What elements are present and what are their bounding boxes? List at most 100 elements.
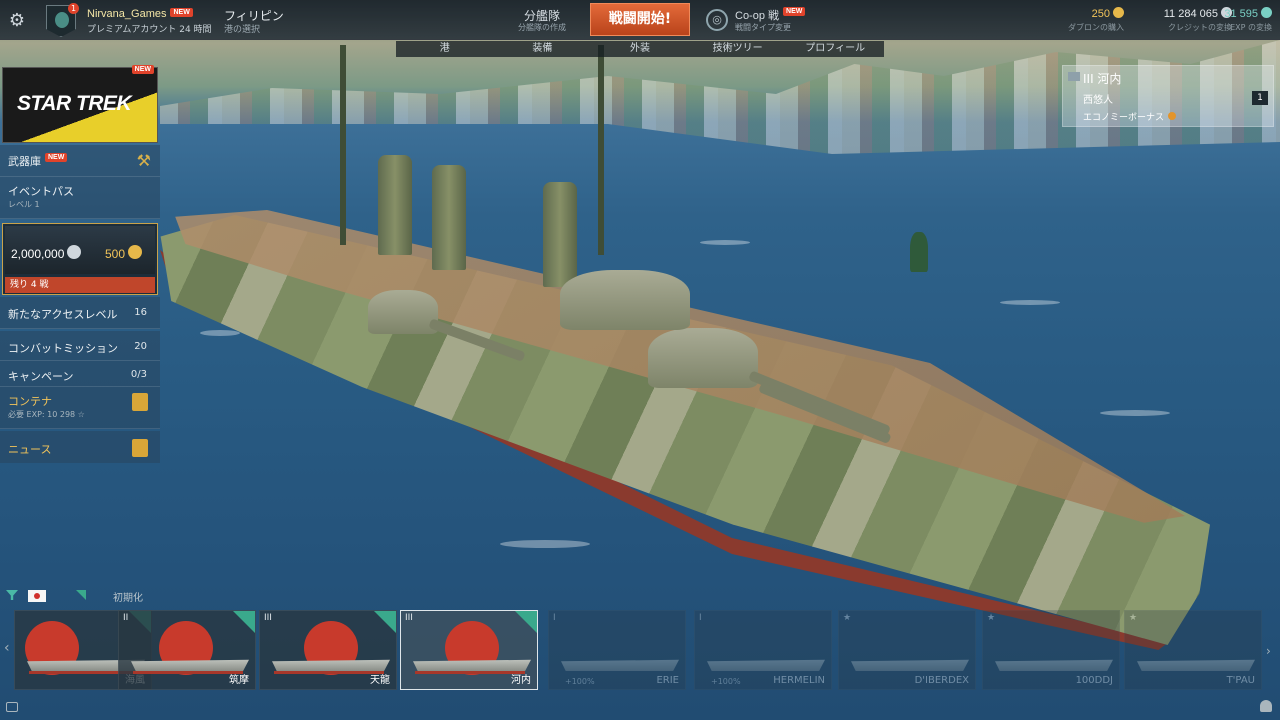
notification-bell-icon[interactable] <box>1260 700 1272 712</box>
economy-bonus[interactable]: エコノミーボーナス <box>1083 110 1177 123</box>
carousel-left-arrow[interactable]: ‹ <box>4 640 10 656</box>
ship-card-selected[interactable]: III 河内 <box>400 610 538 690</box>
wave <box>1000 300 1060 305</box>
ship-silhouette <box>1137 659 1255 671</box>
ship-name: III 河内 <box>1083 72 1122 86</box>
card-ship-name: 河内 <box>511 675 531 686</box>
premium-status: プレミアムアカウント 24 時間 <box>87 25 212 35</box>
campaign-row[interactable]: キャンペーン 0/3 <box>0 361 160 387</box>
economy-bonus-label: エコノミーボーナス <box>1083 113 1165 123</box>
player-name-text: Nirvana_Games <box>87 8 167 20</box>
free-exp[interactable]: 31 595 <box>1206 7 1272 20</box>
ship-card[interactable]: I +100% ERIE <box>548 610 686 690</box>
doubloon-icon <box>128 245 143 259</box>
battle-type-sub: 戦闘タイプ変更 <box>735 23 791 32</box>
bonus-warning-icon <box>1168 112 1177 120</box>
commander-name[interactable]: 西悠人 <box>1083 91 1113 106</box>
armory-row[interactable]: 武器庫 NEW ⚒ <box>0 145 160 177</box>
card-tier: ★ <box>1129 613 1138 623</box>
event-pass-label: イベントパス <box>8 185 74 198</box>
crossed-hammers-icon: ⚒ <box>136 151 151 170</box>
port-region-sub: 港の選択 <box>224 25 261 35</box>
ship-keel <box>133 671 243 674</box>
buoy <box>910 232 928 272</box>
chat-icon[interactable] <box>6 702 18 712</box>
ship-card[interactable]: ★ D'IBERDEX <box>838 610 976 690</box>
combat-missions-label: コンバットミッション <box>8 342 118 355</box>
ship-funnel <box>543 182 577 287</box>
ship-silhouette <box>707 659 825 671</box>
card-ship-name: 筑摩 <box>229 675 249 686</box>
filter-tag-icon <box>76 590 86 600</box>
filter-icon[interactable] <box>6 590 18 600</box>
ship-card[interactable]: ★ 100DDJ <box>982 610 1120 690</box>
card-tier: I <box>553 613 556 623</box>
ship-mast <box>340 45 346 245</box>
doubloons[interactable]: 250 <box>1060 7 1124 20</box>
card-ship-name: D'IBERDEX <box>914 675 969 686</box>
ship-card[interactable]: I +100% HERMELIN <box>694 610 832 690</box>
gear-icon[interactable]: ⚙ <box>6 10 28 32</box>
wave <box>200 330 240 336</box>
news-row[interactable]: ニュース <box>0 431 160 463</box>
ship-silhouette <box>995 659 1113 671</box>
ship-card[interactable]: III 天龍 <box>259 610 397 690</box>
ship-silhouette <box>851 659 969 671</box>
doubloons-value: 250 <box>1091 8 1110 20</box>
battle-button[interactable]: 戦闘開始! <box>590 3 690 36</box>
armory-label-text: 武器庫 <box>8 155 41 168</box>
wallet-gold-value: 500 <box>105 247 126 261</box>
wallet-credits: 2,000,000 <box>11 245 82 261</box>
card-ship-name: 100DDJ <box>1075 675 1113 686</box>
tab-tech-tree[interactable]: 技術ツリー <box>689 41 787 57</box>
ship-info-panel: III 河内 西悠人 1 エコノミーボーナス <box>1062 65 1274 127</box>
card-tier: III <box>405 613 413 623</box>
carousel-right-arrow[interactable]: › <box>1266 644 1271 658</box>
ship-turret <box>368 290 438 334</box>
event-pass-row[interactable]: イベントパス レベル 1 <box>0 177 160 219</box>
star-trek-banner[interactable]: STAR TREK NEW <box>2 65 158 143</box>
port-subnav: 港 装備 外装 技術ツリー プロフィール <box>396 41 884 57</box>
containers-row[interactable]: コンテナ 必要 EXP: 10 298 ☆ <box>0 387 160 429</box>
containers-label: コンテナ <box>8 395 52 408</box>
wallet-credits-value: 2,000,000 <box>11 247 65 261</box>
battle-type-button[interactable]: Co-op 戦 NEW <box>735 7 806 23</box>
carousel-filter-bar: 初期化 <box>0 588 300 604</box>
tab-exterior[interactable]: 外装 <box>591 41 689 57</box>
tab-port[interactable]: 港 <box>396 41 494 57</box>
news-label: ニュース <box>8 443 52 456</box>
news-icon <box>132 439 148 457</box>
event-pass-level: レベル 1 <box>8 200 40 209</box>
commander-points: 1 <box>1252 91 1268 105</box>
wallet-remaining: 残り 4 戦 <box>5 277 155 293</box>
new-badge: NEW <box>170 8 193 17</box>
containers-sub: 必要 EXP: 10 298 ☆ <box>8 410 85 419</box>
filter-reset[interactable]: 初期化 <box>113 589 143 604</box>
ship-funnel <box>432 165 466 270</box>
ship-card[interactable]: ★ T'PAU <box>1124 610 1262 690</box>
combat-missions-row[interactable]: コンバットミッション 20 <box>0 331 160 361</box>
card-tier: III <box>264 613 272 623</box>
doubloon-icon <box>1113 7 1124 18</box>
ship-funnel <box>378 155 412 255</box>
wave <box>700 240 750 245</box>
access-level-row[interactable]: 新たなアクセスレベル 16 <box>0 297 160 329</box>
exp-icon <box>1261 7 1272 18</box>
ship-keel <box>415 671 525 674</box>
tab-equipment[interactable]: 装備 <box>494 41 592 57</box>
new-badge: NEW <box>783 7 806 16</box>
card-tier: I <box>699 613 702 623</box>
player-name[interactable]: Nirvana_Games NEW <box>87 8 193 20</box>
card-tag-icon <box>374 611 396 633</box>
battle-type-icon[interactable]: ◎ <box>706 9 728 31</box>
tab-profile[interactable]: プロフィール <box>786 41 884 57</box>
card-tier: ★ <box>987 613 996 623</box>
japan-flag-icon[interactable] <box>28 590 46 602</box>
ship-card[interactable]: II 筑摩 <box>118 610 256 690</box>
battle-type-label: Co-op 戦 <box>735 10 780 22</box>
card-tag-icon <box>233 611 255 633</box>
ship-silhouette <box>561 659 679 671</box>
card-tier: II <box>123 613 129 623</box>
armory-label: 武器庫 NEW <box>8 153 68 169</box>
event-wallet[interactable]: 2,000,000 500 残り 4 戦 <box>2 223 158 295</box>
